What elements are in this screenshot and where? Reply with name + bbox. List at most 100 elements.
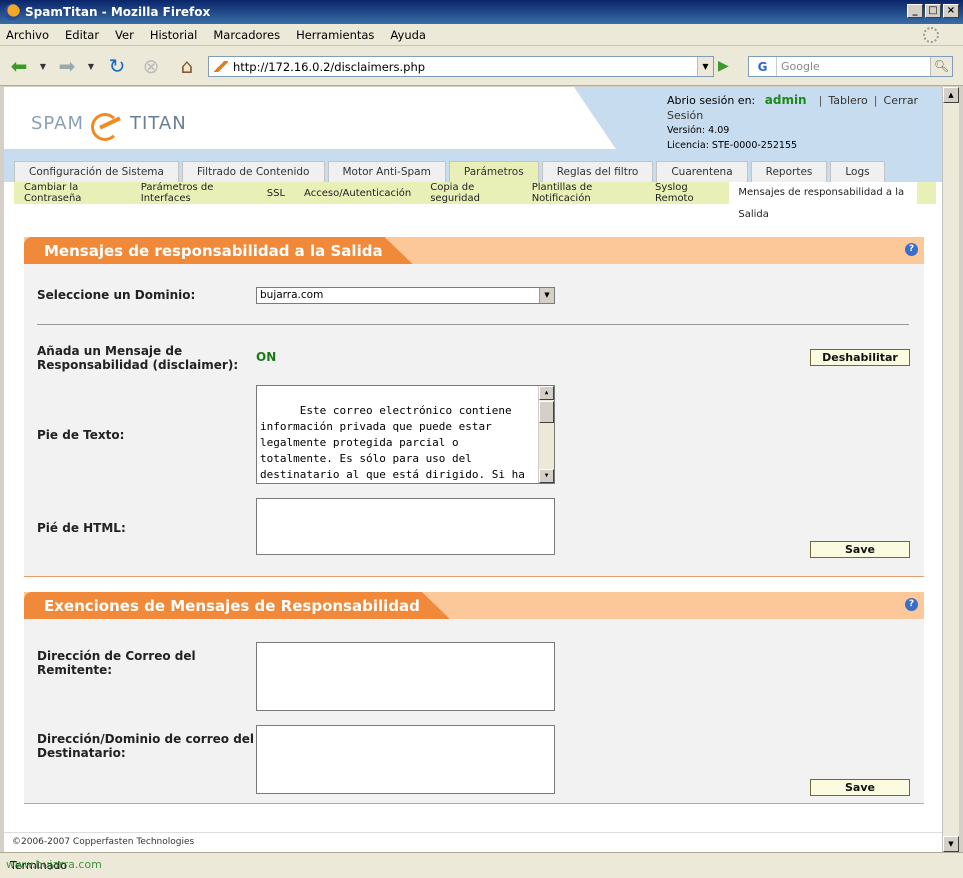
help-icon[interactable]: ? [905, 243, 918, 256]
back-history-dropdown[interactable]: ▼ [38, 54, 48, 78]
search-input[interactable]: Google [777, 60, 930, 73]
spamtitan-logo: SPAM TITAN [31, 109, 187, 141]
chevron-down-icon[interactable]: ▼ [539, 288, 554, 303]
sub-tabs: Cambiar la Contraseña Parámetros de Inte… [14, 182, 936, 220]
stop-icon[interactable]: ⊗ [138, 54, 164, 78]
recipient-label: Dirección/Dominio de correo del Destinat… [37, 732, 255, 760]
status-badge: ON [256, 350, 277, 364]
subtab-syslog[interactable]: Syslog Remoto [655, 182, 718, 204]
domain-label: Seleccione un Dominio: [37, 288, 196, 302]
subtab-plantillas[interactable]: Plantillas de Notificación [532, 182, 636, 204]
go-arrow-icon[interactable]: ▶ [718, 58, 729, 74]
subtab-mensajes-responsabilidad[interactable]: Mensajes de responsabilidad a la Salida [729, 182, 917, 220]
scroll-down-icon[interactable]: ▼ [539, 469, 554, 483]
html-footer-textarea[interactable] [256, 498, 555, 555]
scroll-down-icon[interactable]: ▼ [943, 836, 959, 852]
scroll-thumb[interactable] [539, 401, 554, 423]
session-label: Abrio sesión en: [667, 94, 756, 107]
sender-label: Dirección de Correo del Remitente: [37, 649, 196, 677]
menu-herramientas[interactable]: Herramientas [296, 28, 374, 42]
logo-spam-text: SPAM [31, 112, 84, 134]
subtab-interfaces[interactable]: Parámetros de Interfaces [141, 182, 248, 204]
window-controls: _ □ × [907, 4, 959, 18]
footer-divider [4, 832, 942, 833]
back-arrow-icon[interactable]: ⬅ [6, 54, 32, 78]
window-titlebar: SpamTitan - Mozilla Firefox _ □ × [0, 0, 963, 24]
page-content: SPAM TITAN Abrio sesión en: admin | Tabler… [4, 87, 942, 852]
help-icon[interactable]: ? [905, 598, 918, 611]
panel-title: Mensajes de responsabilidad a la Salida [24, 237, 413, 264]
recipient-textarea[interactable] [256, 725, 555, 794]
subtab-acceso[interactable]: Acceso/Autenticación [304, 188, 411, 199]
disable-button[interactable]: Deshabilitar [810, 349, 910, 366]
exemptions-panel: Exenciones de Mensajes de Responsabilida… [24, 592, 924, 804]
textarea-scrollbar[interactable]: ▲ ▼ [538, 386, 554, 483]
main-tabs: Configuración de Sistema Filtrado de Con… [14, 161, 885, 182]
divider [37, 324, 909, 325]
tab-reportes[interactable]: Reportes [750, 161, 828, 182]
logo-titan-text: TITAN [129, 112, 187, 134]
save-button[interactable]: Save [810, 779, 910, 796]
navigation-toolbar: ⬅ ▼ ➡ ▼ ↻ ⊗ ⌂ http://172.16.0.2/disclaim… [0, 46, 963, 86]
domain-select[interactable]: bujarra.com ▼ [256, 287, 555, 304]
page-scrollbar[interactable]: ▲ ▼ [942, 87, 959, 852]
subtab-copia-seguridad[interactable]: Copia de seguridad [430, 182, 512, 204]
subtab-cambiar-contrasena[interactable]: Cambiar la Contraseña [24, 182, 122, 204]
tab-logs[interactable]: Logs [830, 161, 885, 182]
panel-header: Mensajes de responsabilidad a la Salida … [24, 237, 924, 264]
session-info: Abrio sesión en: admin | Tablero | Cerrar Se… [667, 93, 942, 153]
session-user: admin [764, 93, 807, 107]
disclaimer-panel: Mensajes de responsabilidad a la Salida … [24, 237, 924, 577]
search-box[interactable]: G Google 🔍︎ [748, 56, 953, 77]
text-footer-textarea[interactable]: Este correo electrónico contiene informa… [256, 385, 555, 484]
status-bar: Terminado www.bujarra.com [0, 852, 963, 878]
window-title: SpamTitan - Mozilla Firefox [25, 5, 211, 19]
sender-textarea[interactable] [256, 642, 555, 711]
url-bar[interactable]: http://172.16.0.2/disclaimers.php ▼ [208, 56, 714, 77]
home-icon[interactable]: ⌂ [174, 54, 200, 78]
panel-title: Exenciones de Mensajes de Responsabilida… [24, 592, 450, 619]
reload-icon[interactable]: ↻ [104, 54, 130, 78]
tab-configuracion[interactable]: Configuración de Sistema [14, 161, 179, 182]
scroll-up-icon[interactable]: ▲ [539, 386, 554, 400]
text-footer-label: Pie de Texto: [37, 428, 125, 442]
throbber-icon [923, 27, 939, 43]
tab-reglas[interactable]: Reglas del filtro [541, 161, 654, 182]
add-disclaimer-label: Añada un Mensaje de Responsabilidad (dis… [37, 344, 239, 372]
html-footer-label: Pié de HTML: [37, 521, 126, 535]
tab-cuarentena[interactable]: Cuarentena [656, 161, 748, 182]
watermark: www.bujarra.com [6, 858, 102, 871]
titan-mark-icon [89, 109, 125, 141]
menu-editar[interactable]: Editar [65, 28, 99, 42]
url-text[interactable]: http://172.16.0.2/disclaimers.php [233, 60, 425, 74]
tab-motor-antispam[interactable]: Motor Anti-Spam [327, 161, 446, 182]
url-history-dropdown[interactable]: ▼ [697, 57, 713, 76]
tab-filtrado[interactable]: Filtrado de Contenido [181, 161, 325, 182]
panel-header: Exenciones de Mensajes de Responsabilida… [24, 592, 924, 619]
menu-ver[interactable]: Ver [115, 28, 134, 42]
copyright-footer: ©2006-2007 Copperfasten Technologies [12, 837, 195, 847]
forward-arrow-icon[interactable]: ➡ [54, 54, 80, 78]
menu-marcadores[interactable]: Marcadores [213, 28, 280, 42]
dashboard-link[interactable]: Tablero [828, 94, 867, 107]
forward-history-dropdown[interactable]: ▼ [86, 54, 96, 78]
domain-select-value: bujarra.com [260, 289, 324, 301]
text-footer-value: Este correo electrónico contiene informa… [260, 404, 525, 481]
subtab-ssl[interactable]: SSL [267, 188, 285, 199]
firefox-icon [4, 4, 20, 20]
search-engine-icon[interactable]: G [749, 57, 777, 76]
minimize-button[interactable]: _ [907, 4, 923, 18]
site-favicon-icon [214, 61, 228, 72]
save-button[interactable]: Save [810, 541, 910, 558]
search-icon[interactable]: 🔍︎ [930, 57, 952, 76]
close-button[interactable]: × [943, 4, 959, 18]
maximize-button[interactable]: □ [925, 4, 941, 18]
menu-bar: Archivo Editar Ver Historial Marcadores … [0, 24, 963, 46]
tab-parametros[interactable]: Parámetros [448, 161, 539, 182]
menu-ayuda[interactable]: Ayuda [390, 28, 426, 42]
license-text: Licencia: STE-0000-252155 [667, 140, 798, 151]
scroll-up-icon[interactable]: ▲ [943, 87, 959, 103]
menu-archivo[interactable]: Archivo [6, 28, 49, 42]
version-text: Versión: 4.09 [667, 125, 730, 136]
menu-historial[interactable]: Historial [150, 28, 198, 42]
